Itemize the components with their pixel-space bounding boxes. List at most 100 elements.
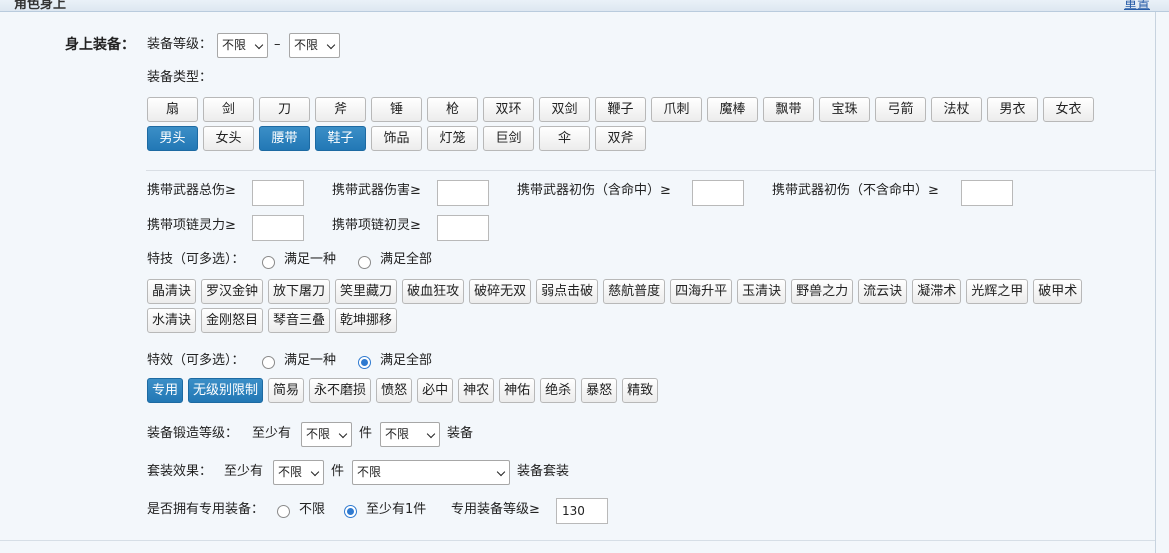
special-one-label: 至少有1件 [366, 502, 427, 517]
skill-button[interactable]: 弱点击破 [536, 279, 599, 304]
set-effect-select[interactable]: 不限 [352, 460, 510, 485]
special-label: 是否拥有专用装备： [147, 502, 265, 517]
section-title: 角色身上 [14, 0, 67, 12]
equip-type-button[interactable]: 宝珠 [819, 97, 870, 122]
effect-button[interactable]: 无级别限制 [188, 378, 264, 403]
effect-button[interactable]: 神佑 [499, 378, 536, 403]
forge-unit: 件 [359, 426, 373, 441]
equip-type-button[interactable]: 扇 [147, 97, 198, 122]
equip-type-button[interactable]: 女头 [203, 126, 254, 151]
equip-type-button[interactable]: 男衣 [987, 97, 1038, 122]
equip-type-button[interactable]: 男头 [147, 126, 198, 151]
special-none-radio[interactable] [277, 505, 290, 518]
skills-label: 特技（可多选）： [147, 252, 245, 267]
skill-button[interactable]: 放下屠刀 [268, 279, 331, 304]
skill-button[interactable]: 水清诀 [147, 308, 197, 333]
skills-all-radio[interactable] [358, 256, 371, 269]
bottom-divider [0, 540, 1155, 541]
equip-type-button[interactable]: 剑 [203, 97, 254, 122]
skill-button[interactable]: 流云诀 [858, 279, 908, 304]
equip-type-label: 装备类型： [147, 70, 213, 85]
equip-level-label: 装备等级： [147, 37, 213, 52]
effect-button[interactable]: 神农 [458, 378, 495, 403]
equip-type-button[interactable]: 双斧 [595, 126, 646, 151]
skill-button[interactable]: 笑里藏刀 [335, 279, 398, 304]
skill-button[interactable]: 慈航普度 [603, 279, 666, 304]
equip-type-button[interactable]: 飘带 [763, 97, 814, 122]
equip-type-button[interactable]: 灯笼 [427, 126, 478, 151]
special-one-radio[interactable] [344, 505, 357, 518]
special-level-label: 专用装备等级≥ [451, 502, 540, 517]
equip-type-button[interactable]: 鞭子 [595, 97, 646, 122]
reset-link[interactable]: 重置 [1124, 0, 1150, 11]
skill-button[interactable]: 破甲术 [1033, 279, 1083, 304]
forge-suffix: 装备 [447, 426, 474, 441]
equip-type-group: 扇剑刀斧锤枪双环 双剑 鞭子 爪刺 魔棒 飘带 宝珠 弓箭 法杖 男衣 女衣男头 女头 腰带 鞋子 饰品 灯笼… [147, 97, 1147, 155]
skill-button[interactable]: 晶清诀 [147, 279, 197, 304]
equip-type-button[interactable]: 鞋子 [315, 126, 366, 151]
special-level-input[interactable]: 130 [556, 498, 608, 524]
equip-type-button[interactable]: 魔棒 [707, 97, 758, 122]
skill-button[interactable]: 罗汉金钟 [201, 279, 264, 304]
effect-button[interactable]: 永不磨损 [309, 378, 372, 403]
equip-type-button[interactable]: 弓箭 [875, 97, 926, 122]
effect-button[interactable]: 愤怒 [376, 378, 413, 403]
necklace-init-input[interactable] [437, 215, 489, 241]
equip-type-button[interactable]: 锤 [371, 97, 422, 122]
skills-any-radio[interactable] [262, 256, 275, 269]
weapon-dmg-input[interactable] [437, 180, 489, 206]
skill-button[interactable]: 乾坤挪移 [335, 308, 398, 333]
skill-button[interactable]: 野兽之力 [791, 279, 854, 304]
weapon-total-input[interactable] [252, 180, 304, 206]
necklace-spirit-input[interactable] [252, 215, 304, 241]
forge-level-select[interactable]: 不限 [301, 422, 352, 447]
forge-label: 装备锻造等级： [147, 426, 239, 441]
equip-type-button[interactable]: 斧 [315, 97, 366, 122]
divider [146, 170, 1155, 171]
forge-count-select[interactable]: 不限 [380, 422, 440, 447]
equip-type-button[interactable]: 爪刺 [651, 97, 702, 122]
effects-all-label: 满足全部 [380, 353, 433, 368]
effect-button[interactable]: 简易 [268, 378, 305, 403]
equip-level-max-select[interactable]: 不限 [289, 33, 340, 58]
equip-type-button[interactable]: 刀 [259, 97, 310, 122]
skill-button[interactable]: 破碎无双 [469, 279, 532, 304]
skill-button[interactable]: 玉清诀 [737, 279, 787, 304]
set-suffix: 装备套装 [517, 464, 570, 479]
equip-level-min-select[interactable]: 不限 [217, 33, 268, 58]
skill-button[interactable]: 琴音三叠 [268, 308, 331, 333]
effect-button[interactable]: 必中 [417, 378, 454, 403]
skill-button[interactable]: 金刚怒目 [201, 308, 264, 333]
equip-type-button[interactable]: 伞 [539, 126, 590, 151]
effect-button[interactable]: 专用 [147, 378, 184, 403]
set-at-least: 至少有 [224, 464, 264, 479]
equip-type-button[interactable]: 女衣 [1043, 97, 1094, 122]
forge-at-least: 至少有 [252, 426, 292, 441]
equip-section-label: 身上装备： [65, 37, 135, 53]
weapon-init-hit-input[interactable] [692, 180, 744, 206]
equip-type-button[interactable]: 巨剑 [483, 126, 534, 151]
skills-any-label: 满足一种 [284, 252, 337, 267]
equip-type-button[interactable]: 饰品 [371, 126, 422, 151]
equip-type-button[interactable]: 枪 [427, 97, 478, 122]
set-count-select[interactable]: 不限 [273, 460, 324, 485]
effect-button[interactable]: 绝杀 [540, 378, 577, 403]
skill-button[interactable]: 光辉之甲 [966, 279, 1029, 304]
effect-button[interactable]: 精致 [622, 378, 659, 403]
equip-type-button[interactable]: 法杖 [931, 97, 982, 122]
effects-all-radio[interactable] [358, 356, 371, 369]
skill-button[interactable]: 凝滞术 [912, 279, 962, 304]
necklace-spirit-label: 携带项链灵力≥ [147, 218, 236, 233]
skills-all-label: 满足全部 [380, 252, 433, 267]
equip-type-button[interactable]: 腰带 [259, 126, 310, 151]
effect-button[interactable]: 暴怒 [581, 378, 618, 403]
weapon-init-nohit-input[interactable] [961, 180, 1013, 206]
equip-type-button[interactable]: 双环 [483, 97, 534, 122]
skill-button[interactable]: 四海升平 [670, 279, 733, 304]
level-range-dash: – [274, 37, 281, 52]
effects-group: 专用 无级别限制 简易 永不磨损 愤怒 必中 神农 神佑 绝杀 暴怒 精致 [147, 378, 947, 407]
right-border [1155, 12, 1156, 553]
equip-type-button[interactable]: 双剑 [539, 97, 590, 122]
skill-button[interactable]: 破血狂攻 [402, 279, 465, 304]
effects-any-radio[interactable] [262, 356, 275, 369]
